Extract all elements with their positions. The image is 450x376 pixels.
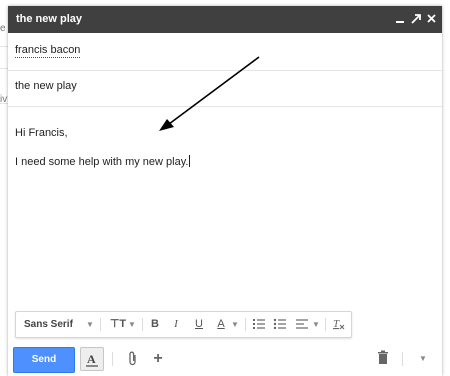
chevron-down-icon[interactable]: ▼ bbox=[86, 312, 94, 337]
toolbar-divider bbox=[112, 352, 113, 366]
compose-bottom-bar: Send A + ▼ bbox=[8, 342, 442, 376]
bulleted-list-icon[interactable] bbox=[273, 312, 287, 337]
background-divider bbox=[0, 103, 8, 104]
bold-button[interactable]: B bbox=[149, 312, 161, 337]
chevron-down-icon[interactable]: ▼ bbox=[231, 312, 239, 337]
font-size-icon[interactable]: ⊤T bbox=[107, 312, 129, 337]
toolbar-divider bbox=[100, 318, 101, 331]
background-text-fragment: e bbox=[0, 23, 6, 34]
toolbar-divider bbox=[142, 318, 143, 331]
attach-file-icon[interactable] bbox=[125, 350, 141, 368]
more-options-chevron-icon[interactable]: ▼ bbox=[415, 350, 431, 368]
toolbar-divider bbox=[245, 318, 246, 331]
send-button[interactable]: Send bbox=[13, 347, 75, 373]
svg-text:A: A bbox=[87, 352, 96, 366]
text-color-button[interactable]: A bbox=[215, 312, 227, 337]
font-family-select[interactable]: Sans Serif bbox=[24, 312, 73, 337]
background-divider bbox=[0, 68, 8, 69]
annotation-arrow bbox=[159, 56, 260, 131]
align-icon[interactable] bbox=[295, 312, 309, 337]
background-page-edge: e iv bbox=[0, 0, 8, 376]
toolbar-divider bbox=[325, 318, 326, 331]
formatting-options-icon[interactable]: A bbox=[80, 347, 104, 371]
italic-button[interactable]: I bbox=[170, 312, 182, 337]
background-divider bbox=[0, 46, 8, 47]
svg-text:T: T bbox=[333, 318, 340, 330]
chevron-down-icon[interactable]: ▼ bbox=[312, 312, 320, 337]
formatting-toolbar: Sans Serif ▼ ⊤T ▼ B I U A ▼ ▼ T bbox=[15, 311, 352, 338]
numbered-list-icon[interactable] bbox=[252, 312, 266, 337]
toolbar-divider bbox=[402, 352, 403, 366]
chevron-down-icon[interactable]: ▼ bbox=[128, 312, 136, 337]
underline-button[interactable]: U bbox=[193, 312, 205, 337]
remove-formatting-icon[interactable]: T bbox=[332, 312, 346, 337]
trash-icon[interactable] bbox=[375, 350, 391, 368]
insert-more-icon[interactable]: + bbox=[150, 350, 166, 368]
compose-window: the new play francis bacon the new play … bbox=[8, 6, 442, 376]
